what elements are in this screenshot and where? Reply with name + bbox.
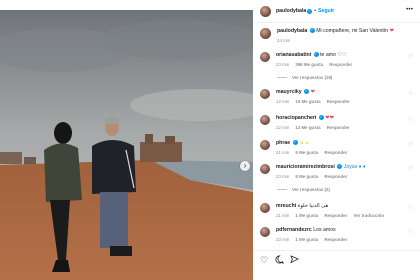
- commenter-avatar[interactable]: [260, 203, 270, 213]
- comment-item: mauyrciky ✓ ❤ 12 min 15 Me gusta Respond…: [260, 89, 415, 104]
- comment-text: ☺☺: [299, 140, 310, 146]
- comment-item: horaciopancheri ✓ ❤❤ 12 min 13 Me gusta …: [260, 115, 415, 130]
- heart-outline-icon[interactable]: ♡: [260, 255, 268, 265]
- photo-scene: [0, 10, 253, 280]
- comment-likes[interactable]: 1 Me gusta: [295, 237, 318, 242]
- reply-button[interactable]: Responder: [324, 213, 347, 218]
- post-caption: paulodybala ✓ Mi compañere, mi San Valen…: [260, 28, 415, 43]
- verified-badge-icon: ✓: [318, 115, 324, 121]
- replies-divider: [277, 77, 287, 78]
- caption-time: 24 min: [277, 37, 291, 43]
- view-replies-link[interactable]: Ver respuestas (18): [277, 75, 332, 80]
- comment-likes[interactable]: 396 Me gusta: [295, 62, 323, 67]
- comment-text: ❤❤: [325, 115, 334, 121]
- commenter-avatar[interactable]: [260, 140, 270, 150]
- commenter-avatar[interactable]: [260, 227, 270, 237]
- comment-item: orianasabatini ✓ te amo ♡♡ 23 min 396 Me…: [260, 52, 415, 67]
- comment-text: ❤: [310, 89, 315, 95]
- comment-text: Los amos: [313, 227, 336, 233]
- commenter-avatar[interactable]: [260, 52, 270, 62]
- comment-username[interactable]: mauyrciky: [276, 89, 302, 95]
- like-comment-icon[interactable]: ♡: [409, 142, 413, 148]
- like-comment-icon[interactable]: ♡: [409, 205, 413, 211]
- view-replies-label[interactable]: Ver respuestas (18): [292, 75, 332, 80]
- caption-username[interactable]: paulodybala: [277, 28, 307, 34]
- comment-username[interactable]: horaciopancheri: [276, 115, 316, 121]
- comment-item: mauricioramirezimbrosi ✓ Joyas ♦ ♦ 23 mi…: [260, 164, 415, 179]
- comment-text: te amo ♡♡: [320, 52, 347, 58]
- reply-button[interactable]: Responder: [329, 62, 352, 67]
- comment-time: 23 min: [276, 61, 290, 67]
- author-avatar[interactable]: [260, 28, 271, 39]
- comment-username[interactable]: pdfernandezrc: [276, 227, 312, 233]
- comment-text: Joyas ♦ ♦: [343, 164, 366, 170]
- commenter-avatar[interactable]: [260, 89, 270, 99]
- follow-button[interactable]: Seguir: [318, 8, 334, 14]
- comment-text: هى الدنيا حلوة: [297, 203, 329, 209]
- comment-username[interactable]: phrae: [276, 140, 290, 146]
- comment-item: pdfernandezrc Los amos 23 min 1 Me gusta…: [260, 227, 415, 242]
- like-comment-icon[interactable]: ♡: [409, 54, 413, 60]
- comment-likes[interactable]: 1 Me gusta: [295, 213, 318, 218]
- comment-item: phrae ✓ ☺☺ 21 min 9 Me gusta Responder ♡: [260, 140, 415, 155]
- like-comment-icon[interactable]: ♡: [409, 117, 413, 123]
- comment-likes[interactable]: 8 Me gusta: [295, 174, 318, 179]
- commenter-avatar[interactable]: [260, 115, 270, 125]
- comment-likes[interactable]: 15 Me gusta: [295, 99, 320, 104]
- reply-button[interactable]: Responder: [324, 150, 347, 155]
- reply-button[interactable]: Responder: [324, 174, 347, 179]
- view-replies-link[interactable]: Ver respuestas (2): [277, 187, 330, 192]
- comment-time: 12 min: [276, 98, 290, 104]
- comment-icon[interactable]: [275, 255, 284, 266]
- post-panel: paulodybala ✓ • Seguir ••• paulodybala ✓…: [253, 0, 420, 280]
- verified-badge-icon: ✓: [337, 164, 343, 170]
- comment-time: 12 min: [276, 124, 290, 130]
- next-photo-button[interactable]: ›: [240, 161, 250, 171]
- comment-username[interactable]: mreuchi: [276, 203, 296, 209]
- comment-time: 23 min: [276, 173, 290, 179]
- author-avatar[interactable]: [260, 5, 271, 17]
- comment-likes[interactable]: 9 Me gusta: [295, 150, 318, 155]
- comment-username[interactable]: mauricioramirezimbrosi: [276, 164, 335, 170]
- like-comment-icon[interactable]: ♡: [409, 166, 413, 172]
- verified-badge-icon: ✓: [309, 28, 315, 34]
- verified-badge-icon: ✓: [307, 8, 313, 14]
- more-options-icon[interactable]: •••: [406, 7, 413, 13]
- author-username[interactable]: paulodybala: [276, 8, 306, 14]
- comment-likes[interactable]: 13 Me gusta: [295, 125, 320, 130]
- post-photo[interactable]: ›: [0, 10, 253, 280]
- separator-dot: •: [314, 8, 317, 14]
- comment-time: 21 min: [276, 212, 290, 218]
- post-header: paulodybala ✓ • Seguir •••: [253, 0, 420, 23]
- verified-badge-icon: ✓: [304, 89, 310, 95]
- comment-username[interactable]: orianasabatini: [276, 52, 311, 58]
- post-actions-bar: ♡: [253, 250, 420, 280]
- commenter-avatar[interactable]: [260, 164, 270, 174]
- translate-button[interactable]: Ver traducción: [354, 213, 385, 218]
- share-icon[interactable]: [290, 255, 299, 266]
- comment-item: mreuchi هى الدنيا حلوة 21 min 1 Me gusta…: [260, 203, 415, 218]
- comments-list[interactable]: paulodybala ✓ Mi compañere, mi San Valen…: [253, 23, 420, 248]
- comment-time: 21 min: [276, 149, 290, 155]
- like-comment-icon[interactable]: ♡: [409, 91, 413, 97]
- verified-badge-icon: ✓: [292, 140, 298, 146]
- view-replies-label[interactable]: Ver respuestas (2): [292, 187, 330, 192]
- comment-time: 23 min: [276, 236, 290, 242]
- reply-button[interactable]: Responder: [324, 237, 347, 242]
- like-comment-icon[interactable]: ♡: [409, 229, 413, 235]
- reply-button[interactable]: Responder: [327, 125, 350, 130]
- caption-text: Mi compañere, mi San Valentín: [316, 28, 389, 34]
- reply-button[interactable]: Responder: [327, 99, 350, 104]
- heart-emoji-icon: ❤: [389, 28, 394, 34]
- replies-divider: [277, 189, 287, 190]
- verified-badge-icon: ✓: [313, 52, 319, 58]
